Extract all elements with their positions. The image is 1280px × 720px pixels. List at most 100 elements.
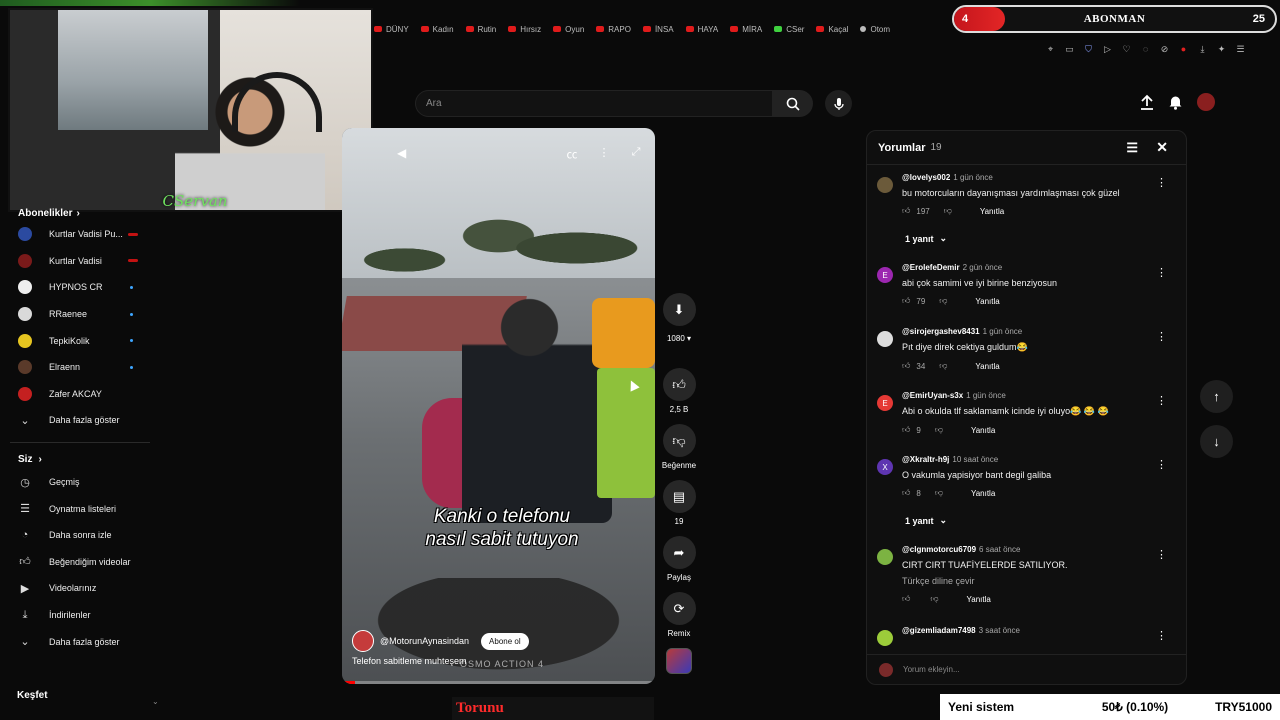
quality-selector[interactable]: 1080 ▾ xyxy=(660,330,698,346)
comment-list[interactable]: @lovelys002 1 gün önce bu motorcuların day… xyxy=(867,171,1186,651)
browser-tab[interactable]: Oyun xyxy=(549,18,588,40)
bell-icon[interactable] xyxy=(1168,94,1183,110)
more-icon[interactable]: ⋮ xyxy=(1156,330,1167,343)
more-icon[interactable]: ⋮ xyxy=(1156,266,1167,279)
next-short-button[interactable]: ↓ xyxy=(1200,425,1233,458)
browser-tab[interactable]: HAYA xyxy=(682,18,723,40)
browser-tab[interactable]: Kaçal xyxy=(812,18,852,40)
download-action[interactable]: ⬇ xyxy=(660,293,698,326)
comment-author[interactable]: @Xkraltr-h9j xyxy=(902,455,949,464)
you-heading[interactable]: Siz › xyxy=(10,451,160,469)
thumbs-down-icon[interactable]: 👎︎ xyxy=(935,425,943,435)
search-button[interactable] xyxy=(773,90,813,117)
more-icon[interactable]: ⋮ xyxy=(1156,629,1167,642)
pin-icon[interactable]: ⌖ xyxy=(1045,44,1056,55)
subscription-item[interactable]: RRaenee xyxy=(10,301,160,328)
commenter-avatar[interactable]: E xyxy=(877,395,893,411)
fullscreen-icon[interactable]: ⤢ xyxy=(627,146,645,162)
heart-icon[interactable]: ♡ xyxy=(1121,44,1132,55)
more-icon[interactable]: ⋮ xyxy=(1156,548,1167,561)
add-comment-input[interactable] xyxy=(903,665,1153,674)
translate-link[interactable]: Türkçe diline çevir xyxy=(902,576,1167,586)
subscription-item[interactable]: HYPNOS CR xyxy=(10,274,160,301)
record-icon[interactable]: ● xyxy=(1178,44,1189,55)
comment-author[interactable]: @ErolefeDemir xyxy=(902,263,960,272)
comment-author[interactable]: @clgnmotorcu6709 xyxy=(902,545,976,554)
thumbs-down-icon[interactable]: 👎︎ xyxy=(935,488,943,498)
more-icon[interactable]: ⋮ xyxy=(1156,176,1167,189)
more-icon[interactable]: ⋮ xyxy=(1156,394,1167,407)
commenter-avatar[interactable] xyxy=(877,331,893,347)
window-icon[interactable]: ▭ xyxy=(1064,44,1075,55)
you-item[interactable]: ⤓ İndirilenler xyxy=(10,602,160,629)
more-icon[interactable]: ⋮ xyxy=(1156,458,1167,471)
reply-button[interactable]: Yanıtla xyxy=(967,595,991,604)
you-item[interactable]: ▶ Videolarınız xyxy=(10,575,160,602)
thumbs-up-icon[interactable]: 👍︎ xyxy=(902,206,910,216)
previous-short-button[interactable]: ↑ xyxy=(1200,380,1233,413)
browser-tab[interactable]: Hırsız xyxy=(504,18,545,40)
remix-button[interactable]: ⟳ Remix xyxy=(660,592,698,638)
download-icon[interactable]: ⤓ xyxy=(1197,44,1208,55)
commenter-avatar[interactable] xyxy=(877,177,893,193)
browser-tab[interactable]: DÜNY xyxy=(370,18,413,40)
subscription-item[interactable]: TepkiKolik xyxy=(10,327,160,354)
you-item[interactable]: 👍︎ Beğendiğim videolar xyxy=(10,549,160,576)
more-icon[interactable]: ⋮ xyxy=(595,146,613,162)
channel-avatar[interactable] xyxy=(352,630,374,652)
channel-name[interactable]: @MotorunAynasindan xyxy=(380,636,469,646)
view-replies-button[interactable]: 1 yanıt ⌄ xyxy=(905,233,947,244)
comment-author[interactable]: @EmirUyan-s3x xyxy=(902,391,963,400)
comment-author[interactable]: @sirojergashev8431 xyxy=(902,327,980,336)
thumbs-up-icon[interactable]: 👍︎ xyxy=(902,425,910,435)
dislike-button[interactable]: 👎︎ Beğenme xyxy=(660,424,698,470)
menu-icon[interactable]: ☰ xyxy=(1235,44,1246,55)
subscription-item[interactable]: Zafer AKCAY xyxy=(10,381,160,408)
commenter-avatar[interactable] xyxy=(877,630,893,646)
volume-icon[interactable]: ◀ xyxy=(397,146,406,160)
share-button[interactable]: ➦ Paylaş xyxy=(660,536,698,582)
thumbs-down-icon[interactable]: 👎︎ xyxy=(930,594,938,604)
close-icon[interactable]: ✕ xyxy=(1156,139,1168,156)
browser-tab[interactable]: MİRA xyxy=(726,18,766,40)
you-item[interactable]: ⌄ Daha fazla göster xyxy=(10,628,160,655)
commenter-avatar[interactable]: E xyxy=(877,267,893,283)
browser-tab[interactable]: RAPO xyxy=(592,18,635,40)
commenter-avatar[interactable]: X xyxy=(877,459,893,475)
subscribe-button[interactable]: Abone ol xyxy=(481,632,529,650)
video-progress-bar[interactable] xyxy=(342,681,655,684)
upload-icon[interactable] xyxy=(1140,94,1154,110)
subscription-item[interactable]: Kurtlar Vadisi xyxy=(10,248,160,275)
subscriptions-heading[interactable]: Abonelikler › xyxy=(10,205,160,221)
thumbs-down-icon[interactable]: 👎︎ xyxy=(944,206,952,216)
thumbs-up-icon[interactable]: 👍︎ xyxy=(902,594,910,604)
subscription-item[interactable]: Elraenn xyxy=(10,354,160,381)
comments-button[interactable]: ▤ 19 xyxy=(660,480,698,526)
browser-tab[interactable]: Rutin xyxy=(462,18,501,40)
show-more-subscriptions[interactable]: ⌄ Daha fazla göster xyxy=(10,407,160,434)
reply-button[interactable]: Yanıtla xyxy=(975,297,999,306)
browser-tab[interactable]: Otom xyxy=(856,18,894,40)
ai-icon[interactable]: ✦ xyxy=(1216,44,1227,55)
thumbs-up-icon[interactable]: 👍︎ xyxy=(902,361,910,371)
search-input[interactable] xyxy=(416,91,716,116)
browser-tab[interactable]: Kadın xyxy=(417,18,458,40)
video-description[interactable]: Telefon sabitleme muhteşem xyxy=(352,656,467,666)
view-replies-button[interactable]: 1 yanıt ⌄ xyxy=(905,515,947,526)
commenter-avatar[interactable] xyxy=(877,549,893,565)
sound-thumbnail[interactable] xyxy=(666,648,692,674)
like-button[interactable]: 👍︎ 2,5 B xyxy=(660,368,698,414)
you-item[interactable]: ◔ Daha sonra izle xyxy=(10,522,160,549)
reply-button[interactable]: Yanıtla xyxy=(971,489,995,498)
browser-tab[interactable]: CSer xyxy=(770,18,808,40)
play-icon[interactable]: ▷ xyxy=(1102,44,1113,55)
you-item[interactable]: ◷ Geçmiş xyxy=(10,469,160,496)
thumbs-down-icon[interactable]: 👎︎ xyxy=(939,361,947,371)
reply-button[interactable]: Yanıtla xyxy=(971,426,995,435)
short-video-player[interactable]: ◀ ㏄ ⋮ ⤢ Kanki o telefonu nasıl sabit tut… xyxy=(342,128,655,684)
thumbs-down-icon[interactable]: 👎︎ xyxy=(939,296,947,306)
link-icon[interactable]: ⊘ xyxy=(1159,44,1170,55)
subscription-item[interactable]: Kurtlar Vadisi Pu... xyxy=(10,221,160,248)
chat-icon[interactable]: ◌ xyxy=(1140,44,1151,55)
explore-heading[interactable]: Keşfet xyxy=(17,690,48,701)
